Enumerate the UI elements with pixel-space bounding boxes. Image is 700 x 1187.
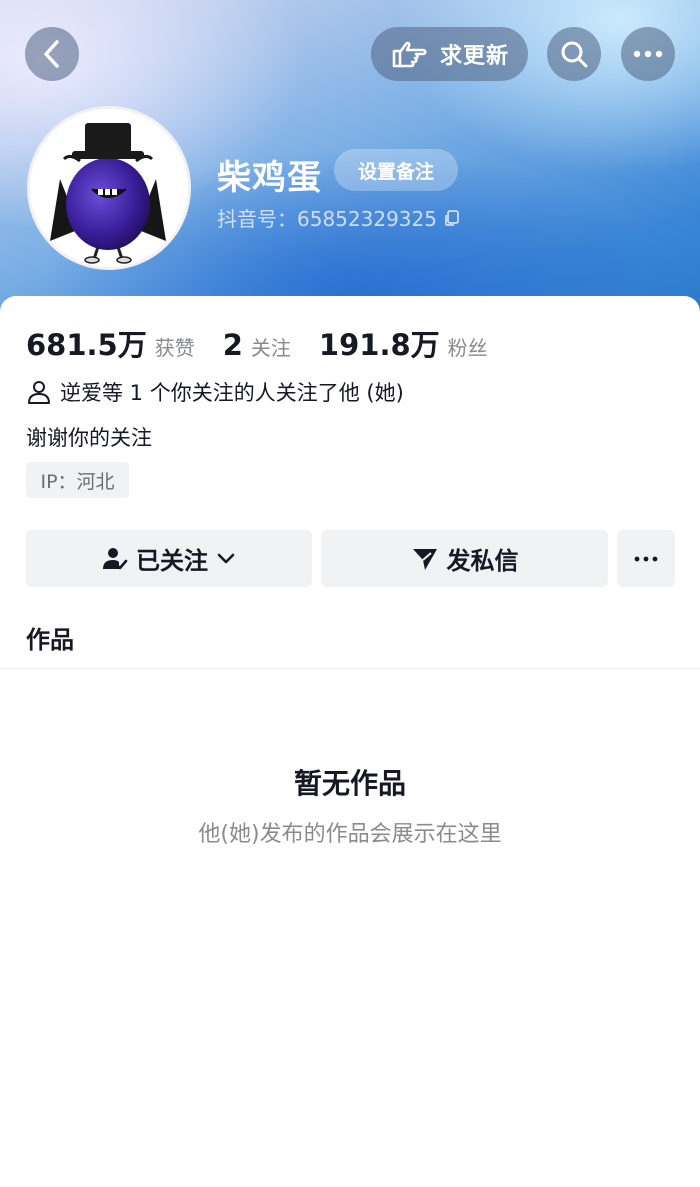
- douyin-id-text: 抖音号：65852329325: [217, 207, 437, 231]
- mutual-follow-info[interactable]: 逆爱等 1 个你关注的人关注了他 (她): [26, 377, 404, 407]
- back-button[interactable]: [25, 27, 79, 81]
- set-remark-button[interactable]: 设置备注: [334, 149, 458, 191]
- profile-stats: 681.5万 获赞 2 关注 191.8万 粉丝: [26, 322, 516, 364]
- more-dots-icon: [633, 50, 663, 58]
- more-options-button[interactable]: [621, 27, 675, 81]
- tab-works[interactable]: 作品: [26, 620, 74, 655]
- likes-label: 获赞: [154, 336, 195, 360]
- eggplant-character-image: [50, 123, 166, 264]
- douyin-id[interactable]: 抖音号：65852329325: [217, 203, 461, 232]
- request-update-label: 求更新: [439, 44, 509, 69]
- more-dots-icon: [634, 556, 658, 561]
- send-message-label: 发私信: [446, 547, 519, 575]
- search-icon: [561, 41, 588, 68]
- mutual-follow-text: 逆爱等 1 个你关注的人关注了他 (她): [60, 381, 404, 405]
- avatar[interactable]: [27, 106, 191, 270]
- back-arrow-icon: [44, 40, 59, 68]
- following-button-label: 已关注: [136, 547, 208, 575]
- following-button[interactable]: 已关注: [26, 530, 312, 587]
- followers-label[interactable]: 粉丝: [448, 332, 488, 361]
- send-message-button[interactable]: 发私信: [321, 530, 608, 587]
- more-actions-button[interactable]: [617, 530, 675, 587]
- search-button[interactable]: [547, 27, 601, 81]
- paper-plane-icon: [412, 548, 437, 570]
- request-update-button[interactable]: 求更新: [371, 27, 528, 81]
- following-count[interactable]: 2: [223, 328, 243, 362]
- pointing-hand-icon: [392, 41, 427, 68]
- profile-nickname: 柴鸡蛋: [217, 158, 322, 198]
- copy-icon[interactable]: [443, 209, 461, 227]
- profile-bio: 谢谢你的关注: [26, 426, 152, 450]
- followers-count[interactable]: 191.8万: [319, 322, 440, 364]
- chevron-down-icon: [217, 553, 235, 563]
- empty-state-title: 暂无作品: [293, 767, 406, 800]
- following-label[interactable]: 关注: [251, 332, 291, 361]
- likes-count: 681.5万: [26, 328, 147, 362]
- ip-location-tag: IP：河北: [26, 462, 129, 498]
- tab-divider: [0, 668, 700, 669]
- empty-state-subtitle: 他(她)发布的作品会展示在这里: [198, 822, 502, 847]
- user-check-icon: [103, 547, 128, 569]
- person-icon: [28, 381, 50, 404]
